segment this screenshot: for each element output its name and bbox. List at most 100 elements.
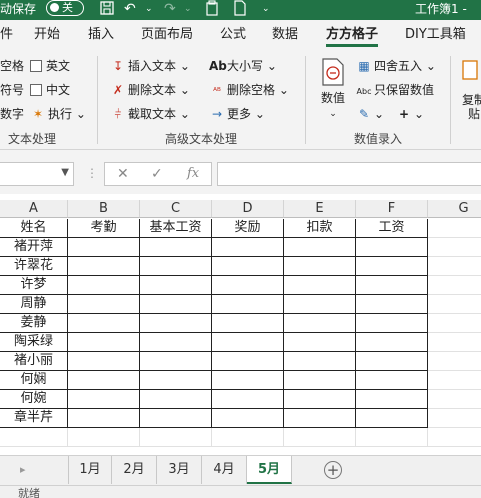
- english-checkbox[interactable]: [30, 60, 42, 72]
- grid-cell[interactable]: [212, 333, 284, 352]
- grid-cell[interactable]: [140, 352, 212, 371]
- fx-icon[interactable]: fx: [187, 166, 199, 181]
- grid-cell[interactable]: [284, 276, 356, 295]
- grid-cell[interactable]: [68, 314, 140, 333]
- grid-cell[interactable]: [140, 238, 212, 257]
- grid-cell[interactable]: [356, 390, 428, 409]
- header-cell[interactable]: 基本工资: [140, 219, 212, 238]
- new-doc-icon[interactable]: [234, 0, 246, 18]
- delete-space-button[interactable]: ᴬᴮ 删除空格 ⌄: [209, 82, 289, 100]
- header-cell[interactable]: 扣款: [284, 219, 356, 238]
- grid-cell[interactable]: [284, 314, 356, 333]
- grid-cell[interactable]: [140, 276, 212, 295]
- tab-data[interactable]: 数据: [272, 20, 298, 50]
- grid-cell[interactable]: [428, 219, 481, 238]
- autosave-toggle[interactable]: 关: [46, 0, 84, 16]
- add-dropdown-button[interactable]: + ⌄: [396, 106, 424, 122]
- grid-cell[interactable]: [356, 428, 428, 447]
- grid-cell[interactable]: [284, 390, 356, 409]
- worksheet-grid[interactable]: 姓名 考勤 基本工资 奖励 扣款 工资 褚开萍 许翠花 许梦 周静 姜静 陶采绿 褚小丽 何娴 何婉 章半芹: [0, 219, 481, 455]
- paste-button[interactable]: [460, 58, 480, 86]
- grid-cell[interactable]: [428, 390, 481, 409]
- execute-button[interactable]: ✶ 执行 ⌄: [30, 106, 86, 122]
- grid-cell[interactable]: [356, 409, 428, 428]
- column-header-g[interactable]: G: [428, 200, 481, 218]
- space-option[interactable]: 空格: [0, 58, 24, 74]
- name-cell[interactable]: 何娴: [0, 371, 68, 390]
- add-sheet-icon[interactable]: +: [324, 461, 342, 479]
- tab-file[interactable]: 件: [0, 20, 13, 50]
- grid-cell[interactable]: [212, 257, 284, 276]
- delete-text-button[interactable]: ✗ 删除文本 ⌄: [110, 82, 190, 98]
- name-cell[interactable]: 周静: [0, 295, 68, 314]
- extract-text-button[interactable]: ⫩ 截取文本 ⌄: [110, 106, 190, 122]
- edit-dropdown-button[interactable]: ✎ ⌄: [356, 106, 384, 122]
- grid-cell[interactable]: [68, 390, 140, 409]
- column-header-c[interactable]: C: [140, 200, 212, 218]
- sheet-tab-may[interactable]: 5月: [247, 456, 292, 484]
- column-header-d[interactable]: D: [212, 200, 284, 218]
- grid-cell[interactable]: [428, 257, 481, 276]
- name-cell[interactable]: 章半芹: [0, 409, 68, 428]
- name-cell[interactable]: 陶采绿: [0, 333, 68, 352]
- grid-cell[interactable]: [68, 352, 140, 371]
- column-header-e[interactable]: E: [284, 200, 356, 218]
- cancel-icon[interactable]: ✕: [117, 166, 129, 182]
- grid-cell[interactable]: [68, 238, 140, 257]
- grid-cell[interactable]: [356, 352, 428, 371]
- grid-cell[interactable]: [284, 257, 356, 276]
- number-option[interactable]: 数字: [0, 106, 24, 122]
- grid-cell[interactable]: [428, 333, 481, 352]
- keep-value-button[interactable]: Abc 只保留数值: [356, 82, 435, 100]
- grid-cell[interactable]: [212, 390, 284, 409]
- column-header-b[interactable]: B: [68, 200, 140, 218]
- grid-cell[interactable]: [212, 295, 284, 314]
- name-cell[interactable]: 许梦: [0, 276, 68, 295]
- grid-cell[interactable]: [356, 333, 428, 352]
- name-cell[interactable]: 褚小丽: [0, 352, 68, 371]
- grid-cell[interactable]: [428, 371, 481, 390]
- insert-text-button[interactable]: ↧ 插入文本 ⌄: [110, 58, 190, 74]
- grid-cell[interactable]: [212, 428, 284, 447]
- chinese-checkbox[interactable]: [30, 84, 42, 96]
- grid-cell[interactable]: [428, 295, 481, 314]
- grid-cell[interactable]: [356, 314, 428, 333]
- grid-cell[interactable]: [428, 238, 481, 257]
- tab-page-layout[interactable]: 页面布局: [141, 20, 193, 50]
- name-cell[interactable]: 许翠花: [0, 257, 68, 276]
- grid-cell[interactable]: [140, 314, 212, 333]
- more-button[interactable]: → 更多 ⌄: [209, 106, 265, 122]
- formula-input[interactable]: [217, 162, 481, 186]
- grid-cell[interactable]: [284, 238, 356, 257]
- header-cell[interactable]: 考勤: [68, 219, 140, 238]
- grid-cell[interactable]: [212, 409, 284, 428]
- grid-cell[interactable]: [140, 257, 212, 276]
- grid-cell[interactable]: [284, 409, 356, 428]
- grid-cell[interactable]: [212, 352, 284, 371]
- header-cell[interactable]: 奖励: [212, 219, 284, 238]
- grid-cell[interactable]: [68, 295, 140, 314]
- grid-cell[interactable]: [356, 371, 428, 390]
- grid-cell[interactable]: [284, 352, 356, 371]
- column-header-a[interactable]: A: [0, 200, 68, 218]
- grid-cell[interactable]: [140, 295, 212, 314]
- sheet-scroll-arrow-icon[interactable]: ▸: [20, 463, 26, 476]
- save-icon[interactable]: [100, 0, 114, 18]
- grid-cell[interactable]: [212, 371, 284, 390]
- grid-cell[interactable]: [356, 295, 428, 314]
- grid-cell[interactable]: [356, 257, 428, 276]
- tab-fangfang[interactable]: 方方格子: [326, 20, 379, 50]
- grid-cell[interactable]: [140, 371, 212, 390]
- sheet-tab-feb[interactable]: 2月: [112, 456, 157, 484]
- grid-cell[interactable]: [140, 428, 212, 447]
- tab-formulas[interactable]: 公式: [220, 20, 246, 50]
- grid-cell[interactable]: [428, 409, 481, 428]
- grid-cell[interactable]: [284, 371, 356, 390]
- grid-cell[interactable]: [68, 333, 140, 352]
- name-cell[interactable]: 何婉: [0, 390, 68, 409]
- qat-dropdown-icon[interactable]: ⌄: [262, 0, 270, 18]
- name-box-dropdown-icon[interactable]: ▼: [61, 167, 69, 178]
- check-icon[interactable]: ✓: [151, 166, 163, 182]
- tab-diy-toolbox[interactable]: DIY工具箱: [405, 20, 466, 50]
- column-header-f[interactable]: F: [356, 200, 428, 218]
